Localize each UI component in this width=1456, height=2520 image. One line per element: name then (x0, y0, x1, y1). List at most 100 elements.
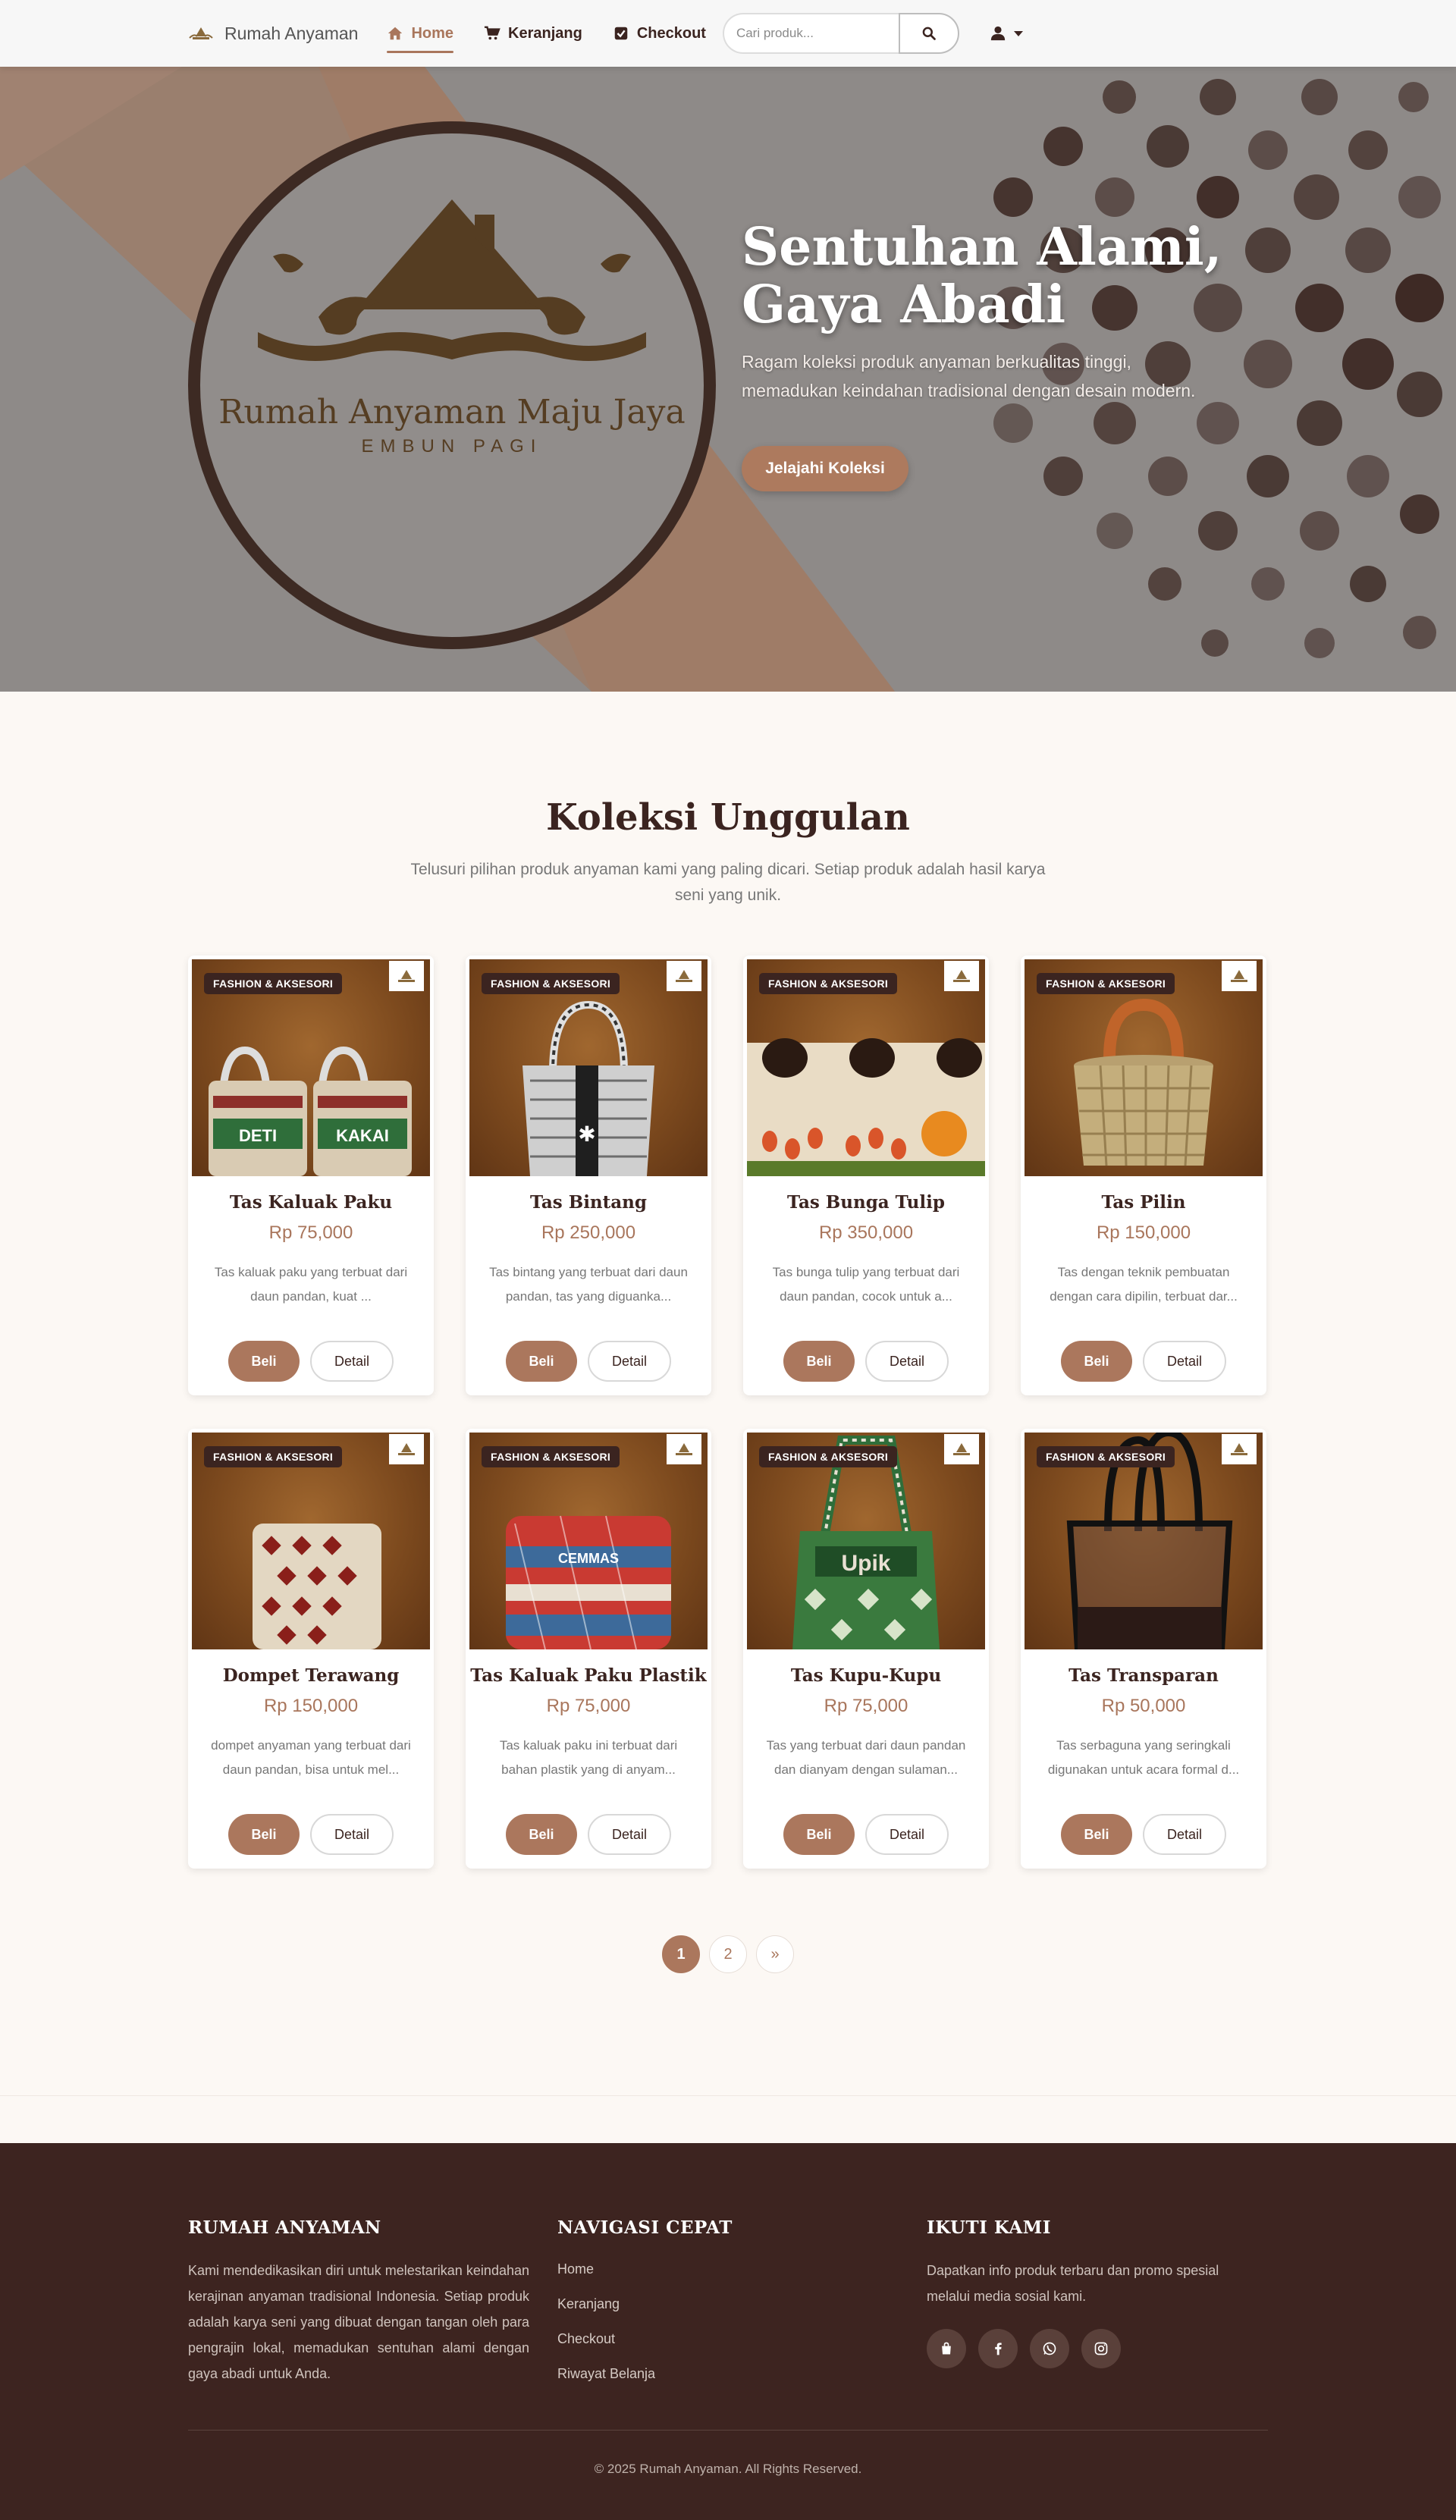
product-name: Tas Bunga Tulip (787, 1192, 945, 1213)
chevron-down-icon (1013, 30, 1023, 36)
product-image[interactable]: FASHION & AKSESORI (192, 1433, 430, 1649)
product-image[interactable]: CEMMAS FASHION & AKSESORI (469, 1433, 708, 1649)
detail-button[interactable]: Detail (1143, 1814, 1226, 1855)
product-card: Upik FASHION & AKSESORI Tas Kupu-Kupu Rp… (743, 1429, 989, 1869)
pagination: 1 2 » (0, 1935, 1456, 1973)
category-badge: FASHION & AKSESORI (1037, 973, 1175, 994)
footer-nav-title: NAVIGASI CEPAT (557, 2217, 733, 2238)
buy-button[interactable]: Beli (1061, 1814, 1132, 1855)
hero-background: Rumah Anyaman Maju Jaya EMBUN PAGI (0, 67, 1456, 692)
product-price: Rp 150,000 (1096, 1222, 1191, 1243)
home-icon (388, 27, 403, 40)
brand-watermark-icon (389, 961, 424, 991)
product-description: Tas kaluak paku ini terbuat dari bahan p… (499, 1738, 678, 1777)
detail-button[interactable]: Detail (588, 1341, 671, 1382)
instagram-icon[interactable] (1081, 2329, 1121, 2368)
search-input[interactable] (722, 13, 899, 54)
search-button[interactable] (898, 13, 959, 54)
shop-icon[interactable] (927, 2329, 966, 2368)
brand-name: Rumah Anyaman (224, 23, 359, 43)
detail-button[interactable]: Detail (1143, 1341, 1226, 1382)
detail-button[interactable]: Detail (865, 1341, 949, 1382)
product-image[interactable]: DETI KAKAI FASHION & AKSESORI (192, 959, 430, 1176)
product-name: Tas Kaluak Paku (229, 1192, 393, 1213)
product-name: Tas Pilin (1101, 1192, 1186, 1213)
product-card: FASHION & AKSESORI Tas Pilin Rp 150,000 … (1021, 956, 1266, 1395)
footer-navigation: NAVIGASI CEPAT Home Keranjang Checkout R… (557, 2217, 861, 2391)
footer-social-text: Dapatkan info produk terbaru dan promo s… (927, 2263, 1219, 2304)
product-description: Tas bunga tulip yang terbuat dari daun p… (772, 1265, 960, 1304)
category-badge: FASHION & AKSESORI (482, 973, 620, 994)
footer-link-checkout[interactable]: Checkout (557, 2321, 861, 2356)
brand-watermark-icon (944, 961, 979, 991)
detail-button[interactable]: Detail (310, 1341, 394, 1382)
footer-social: IKUTI KAMI Dapatkan info produk terbaru … (927, 2217, 1245, 2368)
product-description: Tas yang terbuat dari daun pandan dan di… (766, 1738, 966, 1777)
footer-about-title: RUMAH ANYAMAN (188, 2217, 381, 2238)
category-badge: FASHION & AKSESORI (1037, 1446, 1175, 1467)
product-description: Tas dengan teknik pembuatan dengan cara … (1050, 1265, 1238, 1304)
buy-button[interactable]: Beli (506, 1814, 577, 1855)
product-image[interactable]: ✱ FASHION & AKSESORI (469, 959, 708, 1176)
svg-text:KAKAI: KAKAI (336, 1126, 389, 1145)
product-name: Tas Kaluak Paku Plastik (470, 1665, 707, 1686)
brand-watermark-icon (944, 1434, 979, 1464)
search-icon (922, 27, 936, 40)
brand-watermark-icon (389, 1434, 424, 1464)
product-card: DETI KAKAI FASHION & AKSESORI Tas Kaluak… (188, 956, 434, 1395)
buy-button[interactable]: Beli (783, 1341, 855, 1382)
footer-link-cart[interactable]: Keranjang (557, 2286, 861, 2321)
navbar: Rumah Anyaman Home Keranjang Checkout (0, 0, 1456, 67)
page-2-button[interactable]: 2 (709, 1935, 747, 1973)
footer-about: RUMAH ANYAMAN Kami mendedikasikan diri u… (188, 2217, 529, 2387)
buy-button[interactable]: Beli (228, 1341, 300, 1382)
product-price: Rp 150,000 (263, 1696, 359, 1716)
product-price: Rp 75,000 (824, 1696, 908, 1716)
buy-button[interactable]: Beli (228, 1814, 300, 1855)
user-menu-dropdown[interactable] (990, 25, 1023, 42)
product-price: Rp 250,000 (541, 1222, 636, 1243)
footer-divider (188, 2430, 1268, 2431)
next-page-button[interactable]: » (756, 1935, 794, 1973)
product-card: ✱ FASHION & AKSESORI Tas Bintang Rp 250,… (466, 956, 711, 1395)
hero-logo-title: Rumah Anyaman Maju Jaya (218, 393, 685, 432)
product-description: dompet anyaman yang terbuat dari daun pa… (211, 1738, 411, 1777)
product-price: Rp 350,000 (818, 1222, 914, 1243)
product-description: Tas bintang yang terbuat dari daun panda… (489, 1265, 688, 1304)
user-icon (990, 26, 1006, 41)
nav-checkout[interactable]: Checkout (613, 18, 706, 49)
buy-button[interactable]: Beli (506, 1341, 577, 1382)
product-image[interactable]: FASHION & AKSESORI (1025, 959, 1263, 1176)
category-badge: FASHION & AKSESORI (759, 973, 898, 994)
brand-logo-icon (189, 27, 213, 39)
category-badge: FASHION & AKSESORI (759, 1446, 898, 1467)
product-name: Tas Transparan (1068, 1665, 1219, 1686)
footer-link-home[interactable]: Home (557, 2252, 861, 2286)
hero-subtitle: Ragam koleksi produk anyaman berkualitas… (742, 352, 1196, 400)
page-1-button[interactable]: 1 (662, 1935, 700, 1973)
nav-cart[interactable]: Keranjang (484, 18, 582, 49)
nav-cart-label: Keranjang (508, 24, 582, 42)
product-price: Rp 75,000 (546, 1696, 631, 1716)
brand[interactable]: Rumah Anyaman (188, 24, 358, 44)
facebook-icon[interactable] (978, 2329, 1018, 2368)
detail-button[interactable]: Detail (865, 1814, 949, 1855)
buy-button[interactable]: Beli (783, 1814, 855, 1855)
whatsapp-icon[interactable] (1030, 2329, 1069, 2368)
detail-button[interactable]: Detail (588, 1814, 671, 1855)
buy-button[interactable]: Beli (1061, 1341, 1132, 1382)
product-image[interactable]: FASHION & AKSESORI (747, 959, 985, 1176)
svg-text:Upik: Upik (841, 1551, 890, 1576)
search-form (722, 13, 959, 54)
product-name: Tas Bintang (529, 1192, 647, 1213)
explore-collection-button[interactable]: Jelajahi Koleksi (742, 446, 908, 491)
nav-home[interactable]: Home (387, 18, 453, 53)
product-description: Tas kaluak paku yang terbuat dari daun p… (214, 1265, 408, 1304)
copyright: © 2025 Rumah Anyaman. All Rights Reserve… (594, 2462, 862, 2476)
detail-button[interactable]: Detail (310, 1814, 394, 1855)
product-name: Dompet Terawang (222, 1665, 400, 1686)
product-image[interactable]: FASHION & AKSESORI (1025, 1433, 1263, 1649)
product-image[interactable]: Upik FASHION & AKSESORI (747, 1433, 985, 1649)
section-subtitle: Telusuri pilihan produk anyaman kami yan… (410, 861, 1046, 904)
footer-link-history[interactable]: Riwayat Belanja (557, 2356, 861, 2391)
